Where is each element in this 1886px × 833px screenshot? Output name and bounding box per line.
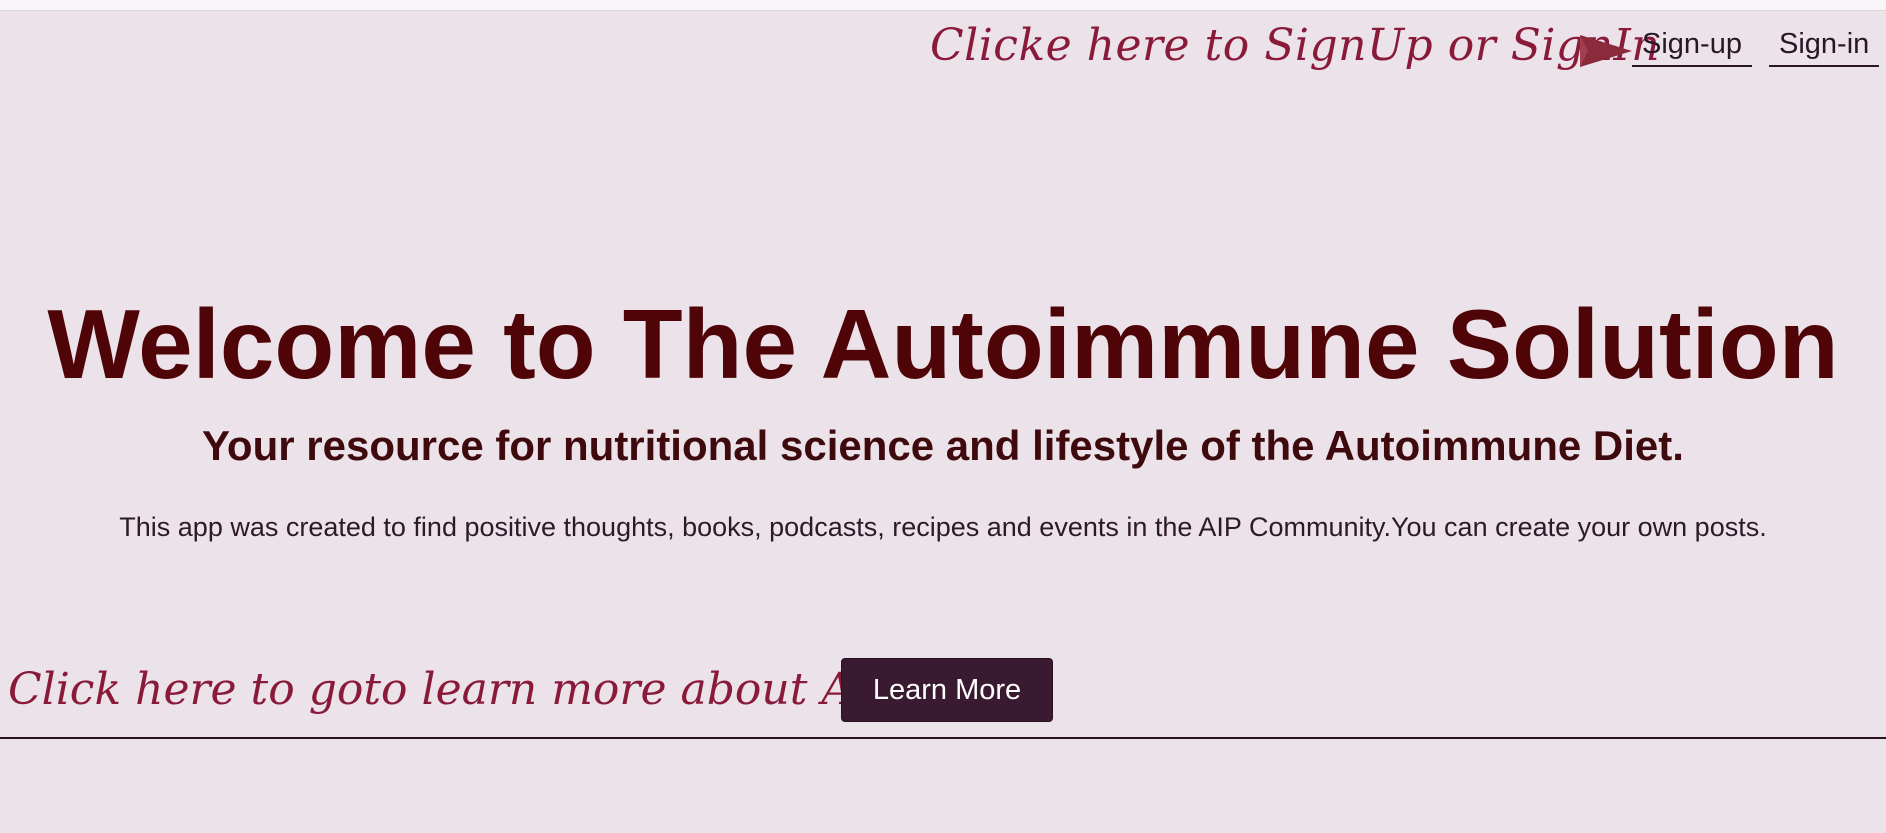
landing-page: Clicke here to SignUp or SignIn Sign-up … (0, 0, 1886, 833)
signup-link[interactable]: Sign-up (1632, 28, 1752, 67)
page-description: This app was created to find positive th… (119, 512, 1767, 542)
signin-link[interactable]: Sign-in (1769, 28, 1880, 67)
signup-signin-hint: Clicke here to SignUp or SignIn (930, 20, 1661, 71)
page-title: Welcome to The Autoimmune Solution (47, 289, 1839, 399)
learn-more-button[interactable]: Learn More (841, 658, 1053, 722)
browser-top-strip (0, 0, 1886, 11)
learn-more-hint: Click here to goto learn more about AIP (8, 664, 901, 715)
section-divider (0, 737, 1886, 739)
page-subtitle: Your resource for nutritional science an… (202, 422, 1684, 469)
triangle-pointer-icon (1580, 35, 1632, 67)
